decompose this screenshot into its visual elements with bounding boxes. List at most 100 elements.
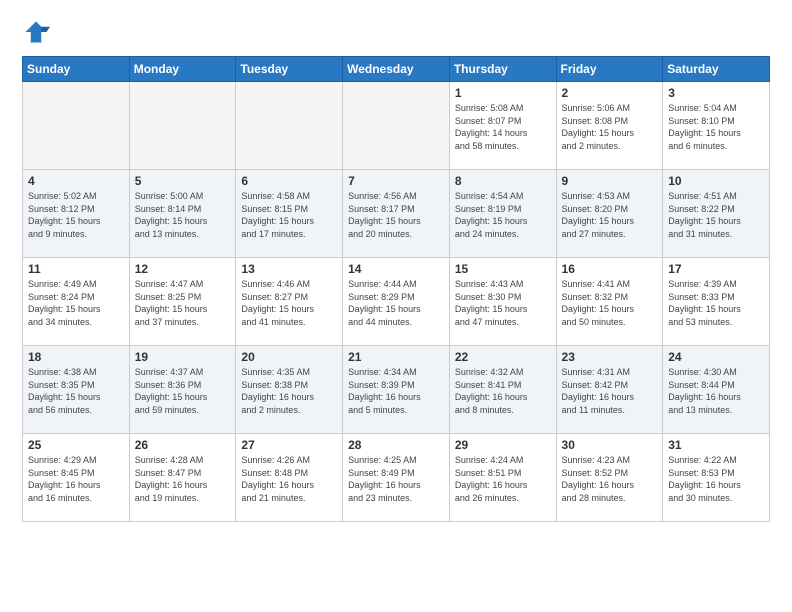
- calendar-cell: 12 Sunrise: 4:47 AM Sunset: 8:25 PM Dayli…: [129, 258, 236, 346]
- day-info: Sunrise: 4:31 AM Sunset: 8:42 PM Dayligh…: [562, 366, 658, 416]
- calendar-cell: 19 Sunrise: 4:37 AM Sunset: 8:36 PM Dayli…: [129, 346, 236, 434]
- day-info: Sunrise: 4:46 AM Sunset: 8:27 PM Dayligh…: [241, 278, 337, 328]
- day-number: 27: [241, 438, 337, 452]
- day-number: 20: [241, 350, 337, 364]
- day-info: Sunrise: 4:41 AM Sunset: 8:32 PM Dayligh…: [562, 278, 658, 328]
- calendar-cell: 18 Sunrise: 4:38 AM Sunset: 8:35 PM Dayli…: [23, 346, 130, 434]
- calendar-week-5: 25 Sunrise: 4:29 AM Sunset: 8:45 PM Dayli…: [23, 434, 770, 522]
- day-info: Sunrise: 4:43 AM Sunset: 8:30 PM Dayligh…: [455, 278, 551, 328]
- calendar-cell: 15Sunrise: 4:43 AM Sunset: 8:30 PM Dayli…: [449, 258, 556, 346]
- day-header-saturday: Saturday: [663, 57, 770, 82]
- calendar-cell: 8Sunrise: 4:54 AM Sunset: 8:19 PM Daylig…: [449, 170, 556, 258]
- calendar-cell: 31 Sunrise: 4:22 AM Sunset: 8:53 PM Dayli…: [663, 434, 770, 522]
- day-info: Sunrise: 4:24 AM Sunset: 8:51 PM Dayligh…: [455, 454, 551, 504]
- day-number: 30: [562, 438, 658, 452]
- logo-icon: [22, 18, 50, 46]
- calendar-cell: 13 Sunrise: 4:46 AM Sunset: 8:27 PM Dayli…: [236, 258, 343, 346]
- day-header-tuesday: Tuesday: [236, 57, 343, 82]
- calendar-week-1: 1 Sunrise: 5:08 AM Sunset: 8:07 PM Daylig…: [23, 82, 770, 170]
- day-info: Sunrise: 5:00 AM Sunset: 8:14 PM Dayligh…: [135, 190, 231, 240]
- day-info: Sunrise: 4:23 AM Sunset: 8:52 PM Dayligh…: [562, 454, 658, 504]
- day-info: Sunrise: 5:04 AM Sunset: 8:10 PM Dayligh…: [668, 102, 764, 152]
- day-info: Sunrise: 4:56 AM Sunset: 8:17 PM Dayligh…: [348, 190, 444, 240]
- day-number: 1: [455, 86, 551, 100]
- calendar-cell: 30 Sunrise: 4:23 AM Sunset: 8:52 PM Dayli…: [556, 434, 663, 522]
- day-number: 3: [668, 86, 764, 100]
- day-number: 12: [135, 262, 231, 276]
- calendar-table: SundayMondayTuesdayWednesdayThursdayFrid…: [22, 56, 770, 522]
- calendar-cell: 4 Sunrise: 5:02 AM Sunset: 8:12 PM Daylig…: [23, 170, 130, 258]
- calendar-cell: 6Sunrise: 4:58 AM Sunset: 8:15 PM Daylig…: [236, 170, 343, 258]
- day-info: Sunrise: 4:34 AM Sunset: 8:39 PM Dayligh…: [348, 366, 444, 416]
- day-info: Sunrise: 4:44 AM Sunset: 8:29 PM Dayligh…: [348, 278, 444, 328]
- calendar-cell: 14 Sunrise: 4:44 AM Sunset: 8:29 PM Dayli…: [343, 258, 450, 346]
- day-header-sunday: Sunday: [23, 57, 130, 82]
- calendar-cell: 2Sunrise: 5:06 AM Sunset: 8:08 PM Daylig…: [556, 82, 663, 170]
- day-info: Sunrise: 5:06 AM Sunset: 8:08 PM Dayligh…: [562, 102, 658, 152]
- calendar-week-2: 4 Sunrise: 5:02 AM Sunset: 8:12 PM Daylig…: [23, 170, 770, 258]
- calendar-cell: 20 Sunrise: 4:35 AM Sunset: 8:38 PM Dayli…: [236, 346, 343, 434]
- day-info: Sunrise: 4:35 AM Sunset: 8:38 PM Dayligh…: [241, 366, 337, 416]
- day-info: Sunrise: 4:26 AM Sunset: 8:48 PM Dayligh…: [241, 454, 337, 504]
- day-number: 14: [348, 262, 444, 276]
- day-number: 9: [562, 174, 658, 188]
- day-info: Sunrise: 4:47 AM Sunset: 8:25 PM Dayligh…: [135, 278, 231, 328]
- day-number: 21: [348, 350, 444, 364]
- calendar-cell: [343, 82, 450, 170]
- day-number: 17: [668, 262, 764, 276]
- day-number: 4: [28, 174, 124, 188]
- calendar-cell: 9 Sunrise: 4:53 AM Sunset: 8:20 PM Daylig…: [556, 170, 663, 258]
- day-number: 28: [348, 438, 444, 452]
- day-number: 10: [668, 174, 764, 188]
- header: [22, 18, 770, 46]
- calendar-cell: [129, 82, 236, 170]
- calendar-week-4: 18 Sunrise: 4:38 AM Sunset: 8:35 PM Dayli…: [23, 346, 770, 434]
- calendar-week-3: 11Sunrise: 4:49 AM Sunset: 8:24 PM Dayli…: [23, 258, 770, 346]
- calendar-cell: 22 Sunrise: 4:32 AM Sunset: 8:41 PM Dayli…: [449, 346, 556, 434]
- day-number: 7: [348, 174, 444, 188]
- day-number: 29: [455, 438, 551, 452]
- day-header-wednesday: Wednesday: [343, 57, 450, 82]
- day-header-thursday: Thursday: [449, 57, 556, 82]
- day-number: 23: [562, 350, 658, 364]
- day-info: Sunrise: 4:32 AM Sunset: 8:41 PM Dayligh…: [455, 366, 551, 416]
- day-header-monday: Monday: [129, 57, 236, 82]
- day-number: 26: [135, 438, 231, 452]
- calendar-cell: 10Sunrise: 4:51 AM Sunset: 8:22 PM Dayli…: [663, 170, 770, 258]
- day-number: 5: [135, 174, 231, 188]
- day-info: Sunrise: 4:54 AM Sunset: 8:19 PM Dayligh…: [455, 190, 551, 240]
- calendar-cell: 3 Sunrise: 5:04 AM Sunset: 8:10 PM Daylig…: [663, 82, 770, 170]
- day-info: Sunrise: 4:37 AM Sunset: 8:36 PM Dayligh…: [135, 366, 231, 416]
- day-info: Sunrise: 4:22 AM Sunset: 8:53 PM Dayligh…: [668, 454, 764, 504]
- calendar-cell: 11Sunrise: 4:49 AM Sunset: 8:24 PM Dayli…: [23, 258, 130, 346]
- day-info: Sunrise: 5:08 AM Sunset: 8:07 PM Dayligh…: [455, 102, 551, 152]
- calendar-cell: 27 Sunrise: 4:26 AM Sunset: 8:48 PM Dayli…: [236, 434, 343, 522]
- day-number: 19: [135, 350, 231, 364]
- day-info: Sunrise: 4:25 AM Sunset: 8:49 PM Dayligh…: [348, 454, 444, 504]
- calendar-cell: 5 Sunrise: 5:00 AM Sunset: 8:14 PM Daylig…: [129, 170, 236, 258]
- day-number: 13: [241, 262, 337, 276]
- day-info: Sunrise: 4:29 AM Sunset: 8:45 PM Dayligh…: [28, 454, 124, 504]
- day-info: Sunrise: 4:39 AM Sunset: 8:33 PM Dayligh…: [668, 278, 764, 328]
- logo: [22, 18, 54, 46]
- day-info: Sunrise: 4:30 AM Sunset: 8:44 PM Dayligh…: [668, 366, 764, 416]
- calendar-cell: 29 Sunrise: 4:24 AM Sunset: 8:51 PM Dayli…: [449, 434, 556, 522]
- calendar-cell: 25 Sunrise: 4:29 AM Sunset: 8:45 PM Dayli…: [23, 434, 130, 522]
- day-info: Sunrise: 5:02 AM Sunset: 8:12 PM Dayligh…: [28, 190, 124, 240]
- page: SundayMondayTuesdayWednesdayThursdayFrid…: [0, 0, 792, 612]
- day-info: Sunrise: 4:38 AM Sunset: 8:35 PM Dayligh…: [28, 366, 124, 416]
- day-info: Sunrise: 4:53 AM Sunset: 8:20 PM Dayligh…: [562, 190, 658, 240]
- day-number: 22: [455, 350, 551, 364]
- calendar-cell: [236, 82, 343, 170]
- day-number: 18: [28, 350, 124, 364]
- calendar-cell: 1 Sunrise: 5:08 AM Sunset: 8:07 PM Daylig…: [449, 82, 556, 170]
- calendar-cell: 28 Sunrise: 4:25 AM Sunset: 8:49 PM Dayli…: [343, 434, 450, 522]
- calendar-cell: 26Sunrise: 4:28 AM Sunset: 8:47 PM Dayli…: [129, 434, 236, 522]
- day-number: 6: [241, 174, 337, 188]
- day-number: 24: [668, 350, 764, 364]
- day-number: 25: [28, 438, 124, 452]
- calendar-header-row: SundayMondayTuesdayWednesdayThursdayFrid…: [23, 57, 770, 82]
- day-number: 31: [668, 438, 764, 452]
- day-info: Sunrise: 4:49 AM Sunset: 8:24 PM Dayligh…: [28, 278, 124, 328]
- day-number: 16: [562, 262, 658, 276]
